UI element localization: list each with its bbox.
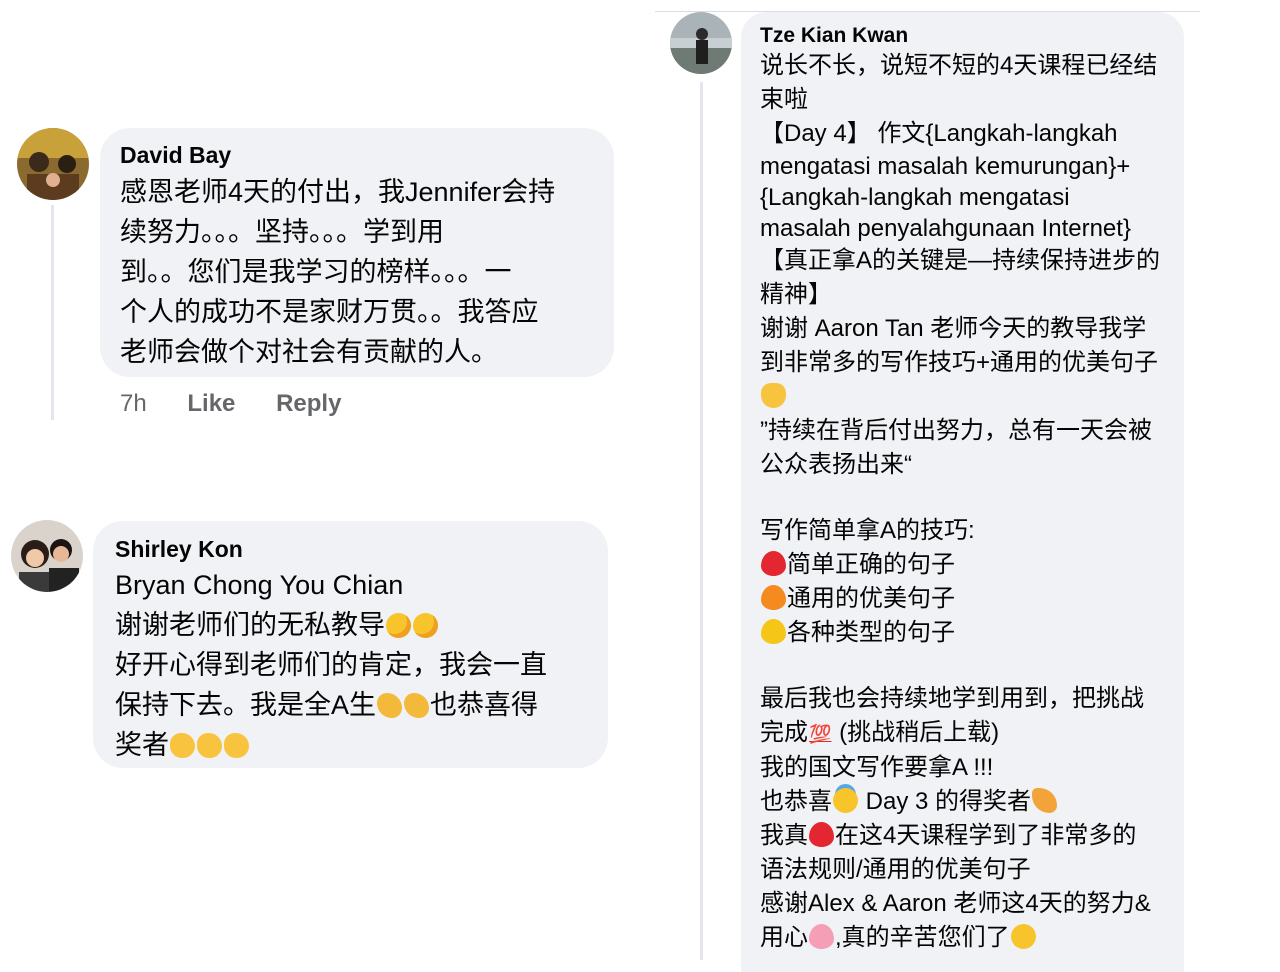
thumbs-up-icon — [761, 383, 786, 408]
comment-text: 奖者 — [115, 730, 169, 760]
avatar-david-bay[interactable] — [17, 128, 89, 200]
comment-text-line: 通用的优美句子 — [760, 582, 1184, 616]
comment-text-line: 续努力。。。坚持。。。学到用 — [120, 217, 444, 247]
smiling-face-with-hearts-icon — [413, 613, 438, 638]
like-button[interactable]: Like — [187, 390, 235, 417]
comment-text-line: masalah penyalahgunaan Internet} — [760, 215, 1131, 242]
growing-heart-icon — [809, 924, 834, 949]
thread-line — [700, 82, 703, 960]
clapping-hands-icon — [224, 733, 249, 758]
comment-text: 保持下去。我是全A生 — [115, 690, 377, 720]
comment-text-line: 说长不长，说短不短的4天课程已经结 — [760, 52, 1158, 79]
comment-text-line: 谢谢老师们的无私教导 — [115, 605, 608, 645]
comment-bubble-tze-kian-kwan: Tze Kian Kwan 说长不长，说短不短的4天课程已经结 束啦 【Day … — [741, 12, 1184, 972]
comment-text: 谢谢老师们的无私教导 — [115, 610, 385, 640]
comment-actions: 7h Like Reply — [120, 390, 375, 418]
comment-text-line: 我的国文写作要拿A !!! — [760, 754, 994, 781]
comment-text-line: 我真 在这4天课程学到了非常多的 — [760, 819, 1184, 853]
partying-face-icon — [833, 788, 858, 813]
clapping-hands-icon — [197, 733, 222, 758]
hundred-points-icon: 💯 — [809, 724, 832, 744]
comment-text: (挑战稍后上载) — [832, 719, 1000, 746]
comment-text: Day 3 的得奖者 — [859, 788, 1032, 815]
yellow-heart-icon — [761, 619, 786, 644]
mentioned-user-link[interactable]: Bryan Chong You Chian — [115, 565, 608, 605]
comment-text-line: 到非常多的写作技巧+通用的优美句子 — [760, 349, 1159, 376]
comment-text-line: 完成💯 (挑战稍后上载) — [760, 716, 1184, 751]
avatar-tze-kian-kwan[interactable] — [670, 12, 732, 74]
comment-text: 简单正确的句子 — [787, 551, 955, 578]
smiling-face-with-hearts-icon — [386, 613, 411, 638]
comment-text-line: 也恭喜 Day 3 的得奖者 — [760, 785, 1184, 819]
comment-text-line: 语法规则/通用的优美句子 — [760, 856, 1031, 883]
comment-text: 也恭喜得 — [430, 690, 539, 720]
comment-text-line: 用心 ,真的辛苦您们了 — [760, 921, 1184, 955]
comment-text-line: 【真正拿A的关键是—持续保持进步的 — [760, 247, 1161, 274]
comment-text-line: 最后我也会持续地学到用到，把挑战 — [760, 685, 1144, 712]
thread-line — [51, 205, 54, 420]
comment-author-name[interactable]: Shirley Kon — [115, 535, 608, 563]
comment-text-line: 感谢Alex & Aaron 老师这4天的努力& — [760, 890, 1151, 917]
comment-text-line: 写作简单拿A的技巧: — [760, 517, 975, 544]
comment-text: 我真 — [760, 822, 808, 849]
comment-author-name[interactable]: Tze Kian Kwan — [760, 23, 1184, 49]
comment-text: 完成 — [760, 719, 808, 746]
comment-author-name[interactable]: David Bay — [120, 141, 614, 169]
comment-text-line: 公众表扬出来“ — [760, 451, 912, 478]
comment-bubble-shirley-kon: Shirley Kon Bryan Chong You Chian 谢谢老师们的… — [93, 521, 608, 768]
comment-text-line: 好开心得到老师们的肯定，我会一直 — [115, 650, 547, 680]
comment-text-line: 谢谢 Aaron Tan 老师今天的教导我学 — [760, 315, 1147, 342]
comment-text-line: ”持续在背后付出努力，总有一天会被 — [760, 417, 1152, 444]
flexed-biceps-icon — [377, 693, 403, 718]
flexed-biceps-icon — [404, 693, 430, 718]
orange-heart-icon — [761, 585, 786, 610]
comment-text-line: 简单正确的句子 — [760, 548, 1184, 582]
comment-text: ,真的辛苦您们了 — [835, 924, 1010, 951]
comment-text-line: 到。。您们是我学习的榜样。。。一 — [120, 257, 512, 287]
comment-text-line: 老师会做个对社会有贡献的人。 — [120, 337, 498, 367]
comment-text-line: 个人的成功不是家财万贯。。我答应 — [120, 297, 539, 327]
comment-text-line: 束啦 — [760, 86, 808, 113]
clapping-hands-icon — [170, 733, 195, 758]
comment-text: 用心 — [760, 924, 808, 951]
comment-text: 各种类型的句子 — [787, 619, 955, 646]
comment-text: 通用的优美句子 — [787, 585, 955, 612]
reply-button[interactable]: Reply — [276, 390, 341, 417]
comment-text: 在这4天课程学到了非常多的 — [835, 822, 1137, 849]
comment-text-line: 保持下去。我是全A生 也恭喜得 — [115, 685, 608, 725]
red-heart-icon — [809, 822, 834, 847]
comment-text-line: 【Day 4】 作文{Langkah-langkah — [760, 120, 1118, 147]
party-popper-icon — [1032, 788, 1058, 813]
comment-text-line: {Langkah-langkah mengatasi — [760, 184, 1070, 211]
avatar-shirley-kon[interactable] — [11, 520, 83, 592]
comment-text-line: 各种类型的句子 — [760, 616, 1184, 650]
red-heart-icon — [761, 551, 786, 576]
comment-text-line: mengatasi masalah kemurungan}+ — [760, 153, 1131, 180]
comment-text: 也恭喜 — [760, 788, 832, 815]
comment-timestamp[interactable]: 7h — [120, 390, 147, 417]
smiling-face-icon — [1010, 924, 1036, 949]
comment-text-line: 奖者 — [115, 725, 608, 765]
comment-text-line: 感恩老师4天的付出，我Jennifer会持 — [120, 177, 556, 207]
comment-text-line — [760, 380, 1184, 414]
comment-text-line: 精神】 — [760, 281, 832, 308]
comment-bubble-david-bay: David Bay 感恩老师4天的付出，我Jennifer会持 续努力。。。坚持… — [100, 128, 614, 377]
